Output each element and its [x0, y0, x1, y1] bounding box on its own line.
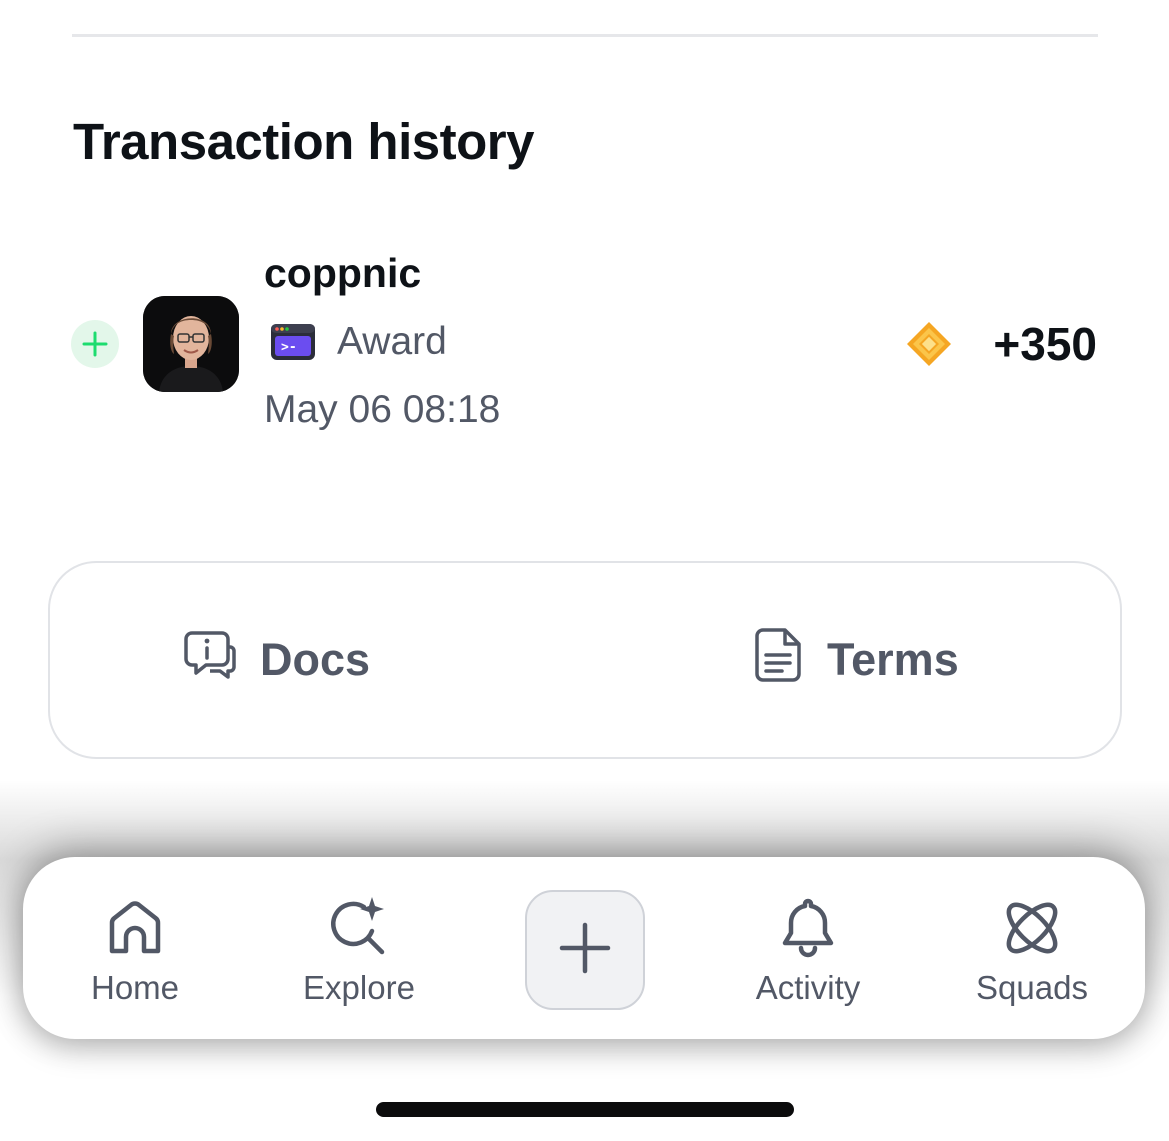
terms-label: Terms — [827, 634, 959, 685]
tab-label: Explore — [303, 969, 415, 1006]
tab-label: Squads — [976, 969, 1088, 1006]
tab-squads[interactable]: Squads — [922, 857, 1142, 1039]
docs-label: Docs — [260, 634, 371, 685]
tab-activity[interactable]: Activity — [698, 857, 918, 1039]
docs-link[interactable]: Docs — [182, 563, 370, 757]
document-icon — [753, 627, 805, 694]
avatar[interactable] — [143, 296, 239, 392]
transaction-username[interactable]: coppnic — [264, 250, 421, 297]
plus-icon — [71, 320, 119, 368]
links-card: Docs Terms — [48, 561, 1122, 759]
transaction-date: May 06 08:18 — [264, 388, 501, 431]
tab-explore[interactable]: Explore — [249, 857, 469, 1039]
explore-icon — [324, 893, 394, 963]
page: Transaction history coppnic >- Award May… — [0, 0, 1169, 1141]
home-indicator[interactable] — [376, 1102, 794, 1117]
section-title: Transaction history — [73, 113, 534, 170]
bottom-nav: Home Explore Activity Squads — [23, 857, 1145, 1039]
new-post-button[interactable] — [525, 890, 645, 1010]
core-coin-icon — [905, 320, 953, 368]
terms-link[interactable]: Terms — [753, 563, 959, 757]
tab-home[interactable]: Home — [25, 857, 245, 1039]
transaction-type: Award — [337, 320, 447, 363]
svg-text:>-: >- — [281, 340, 297, 355]
top-divider — [72, 34, 1098, 37]
terminal-icon: >- — [270, 323, 316, 361]
transaction-amount: +350 — [993, 318, 1097, 370]
docs-chat-icon — [182, 627, 238, 694]
home-icon — [100, 893, 170, 963]
squads-icon — [997, 893, 1067, 963]
bell-icon — [773, 893, 843, 963]
tab-label: Home — [90, 969, 180, 1006]
tab-label: Activity — [755, 969, 861, 1006]
plus-icon — [558, 921, 612, 980]
